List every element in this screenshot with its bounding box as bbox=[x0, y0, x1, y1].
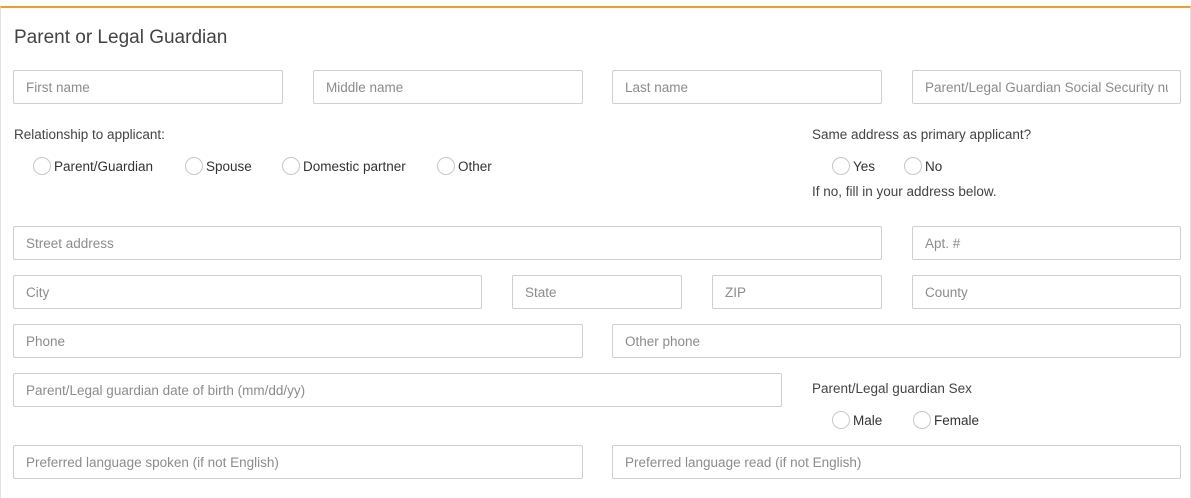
radio-circle-icon[interactable] bbox=[832, 157, 850, 175]
relationship-parent-option[interactable]: Parent/Guardian bbox=[33, 157, 153, 175]
first-name-input[interactable] bbox=[13, 70, 283, 104]
language-spoken-input[interactable] bbox=[13, 445, 583, 479]
other-phone-input[interactable] bbox=[612, 324, 1181, 358]
relationship-domestic-partner-option[interactable]: Domestic partner bbox=[282, 157, 406, 175]
same-address-no-option[interactable]: No bbox=[904, 157, 942, 175]
county-input[interactable] bbox=[912, 275, 1181, 309]
relationship-other-option[interactable]: Other bbox=[437, 157, 492, 175]
radio-circle-icon[interactable] bbox=[832, 411, 850, 429]
zip-input[interactable] bbox=[712, 275, 882, 309]
language-read-input[interactable] bbox=[612, 445, 1181, 479]
sex-male-option[interactable]: Male bbox=[832, 411, 882, 429]
section-title: Parent or Legal Guardian bbox=[14, 27, 228, 48]
same-address-hint: If no, fill in your address below. bbox=[812, 184, 997, 199]
radio-circle-icon[interactable] bbox=[33, 157, 51, 175]
same-address-label: Same address as primary applicant? bbox=[812, 127, 1032, 142]
relationship-spouse-option[interactable]: Spouse bbox=[185, 157, 252, 175]
dob-input[interactable] bbox=[13, 373, 782, 407]
relationship-option-label: Other bbox=[458, 158, 492, 174]
sex-female-option[interactable]: Female bbox=[913, 411, 979, 429]
radio-circle-icon[interactable] bbox=[185, 157, 203, 175]
sex-option-label: Male bbox=[853, 412, 883, 428]
relationship-label: Relationship to applicant: bbox=[14, 127, 165, 142]
same-address-yes-option[interactable]: Yes bbox=[832, 157, 875, 175]
relationship-option-label: Spouse bbox=[206, 158, 252, 174]
phone-input[interactable] bbox=[13, 324, 583, 358]
radio-circle-icon[interactable] bbox=[913, 411, 931, 429]
sex-option-label: Female bbox=[934, 412, 980, 428]
middle-name-input[interactable] bbox=[313, 70, 583, 104]
radio-circle-icon[interactable] bbox=[282, 157, 300, 175]
relationship-option-label: Domestic partner bbox=[303, 158, 406, 174]
last-name-input[interactable] bbox=[612, 70, 882, 104]
radio-circle-icon[interactable] bbox=[904, 157, 922, 175]
relationship-option-label: Parent/Guardian bbox=[54, 158, 154, 174]
sex-label: Parent/Legal guardian Sex bbox=[812, 381, 972, 396]
radio-circle-icon[interactable] bbox=[437, 157, 455, 175]
street-address-input[interactable] bbox=[13, 226, 882, 260]
same-address-option-label: Yes bbox=[853, 158, 876, 174]
apt-input[interactable] bbox=[912, 226, 1181, 260]
ssn-input[interactable] bbox=[912, 70, 1181, 104]
same-address-option-label: No bbox=[925, 158, 943, 174]
state-input[interactable] bbox=[512, 275, 682, 309]
city-input[interactable] bbox=[13, 275, 482, 309]
guardian-section: Parent or Legal Guardian Relationship to… bbox=[0, 6, 1191, 498]
